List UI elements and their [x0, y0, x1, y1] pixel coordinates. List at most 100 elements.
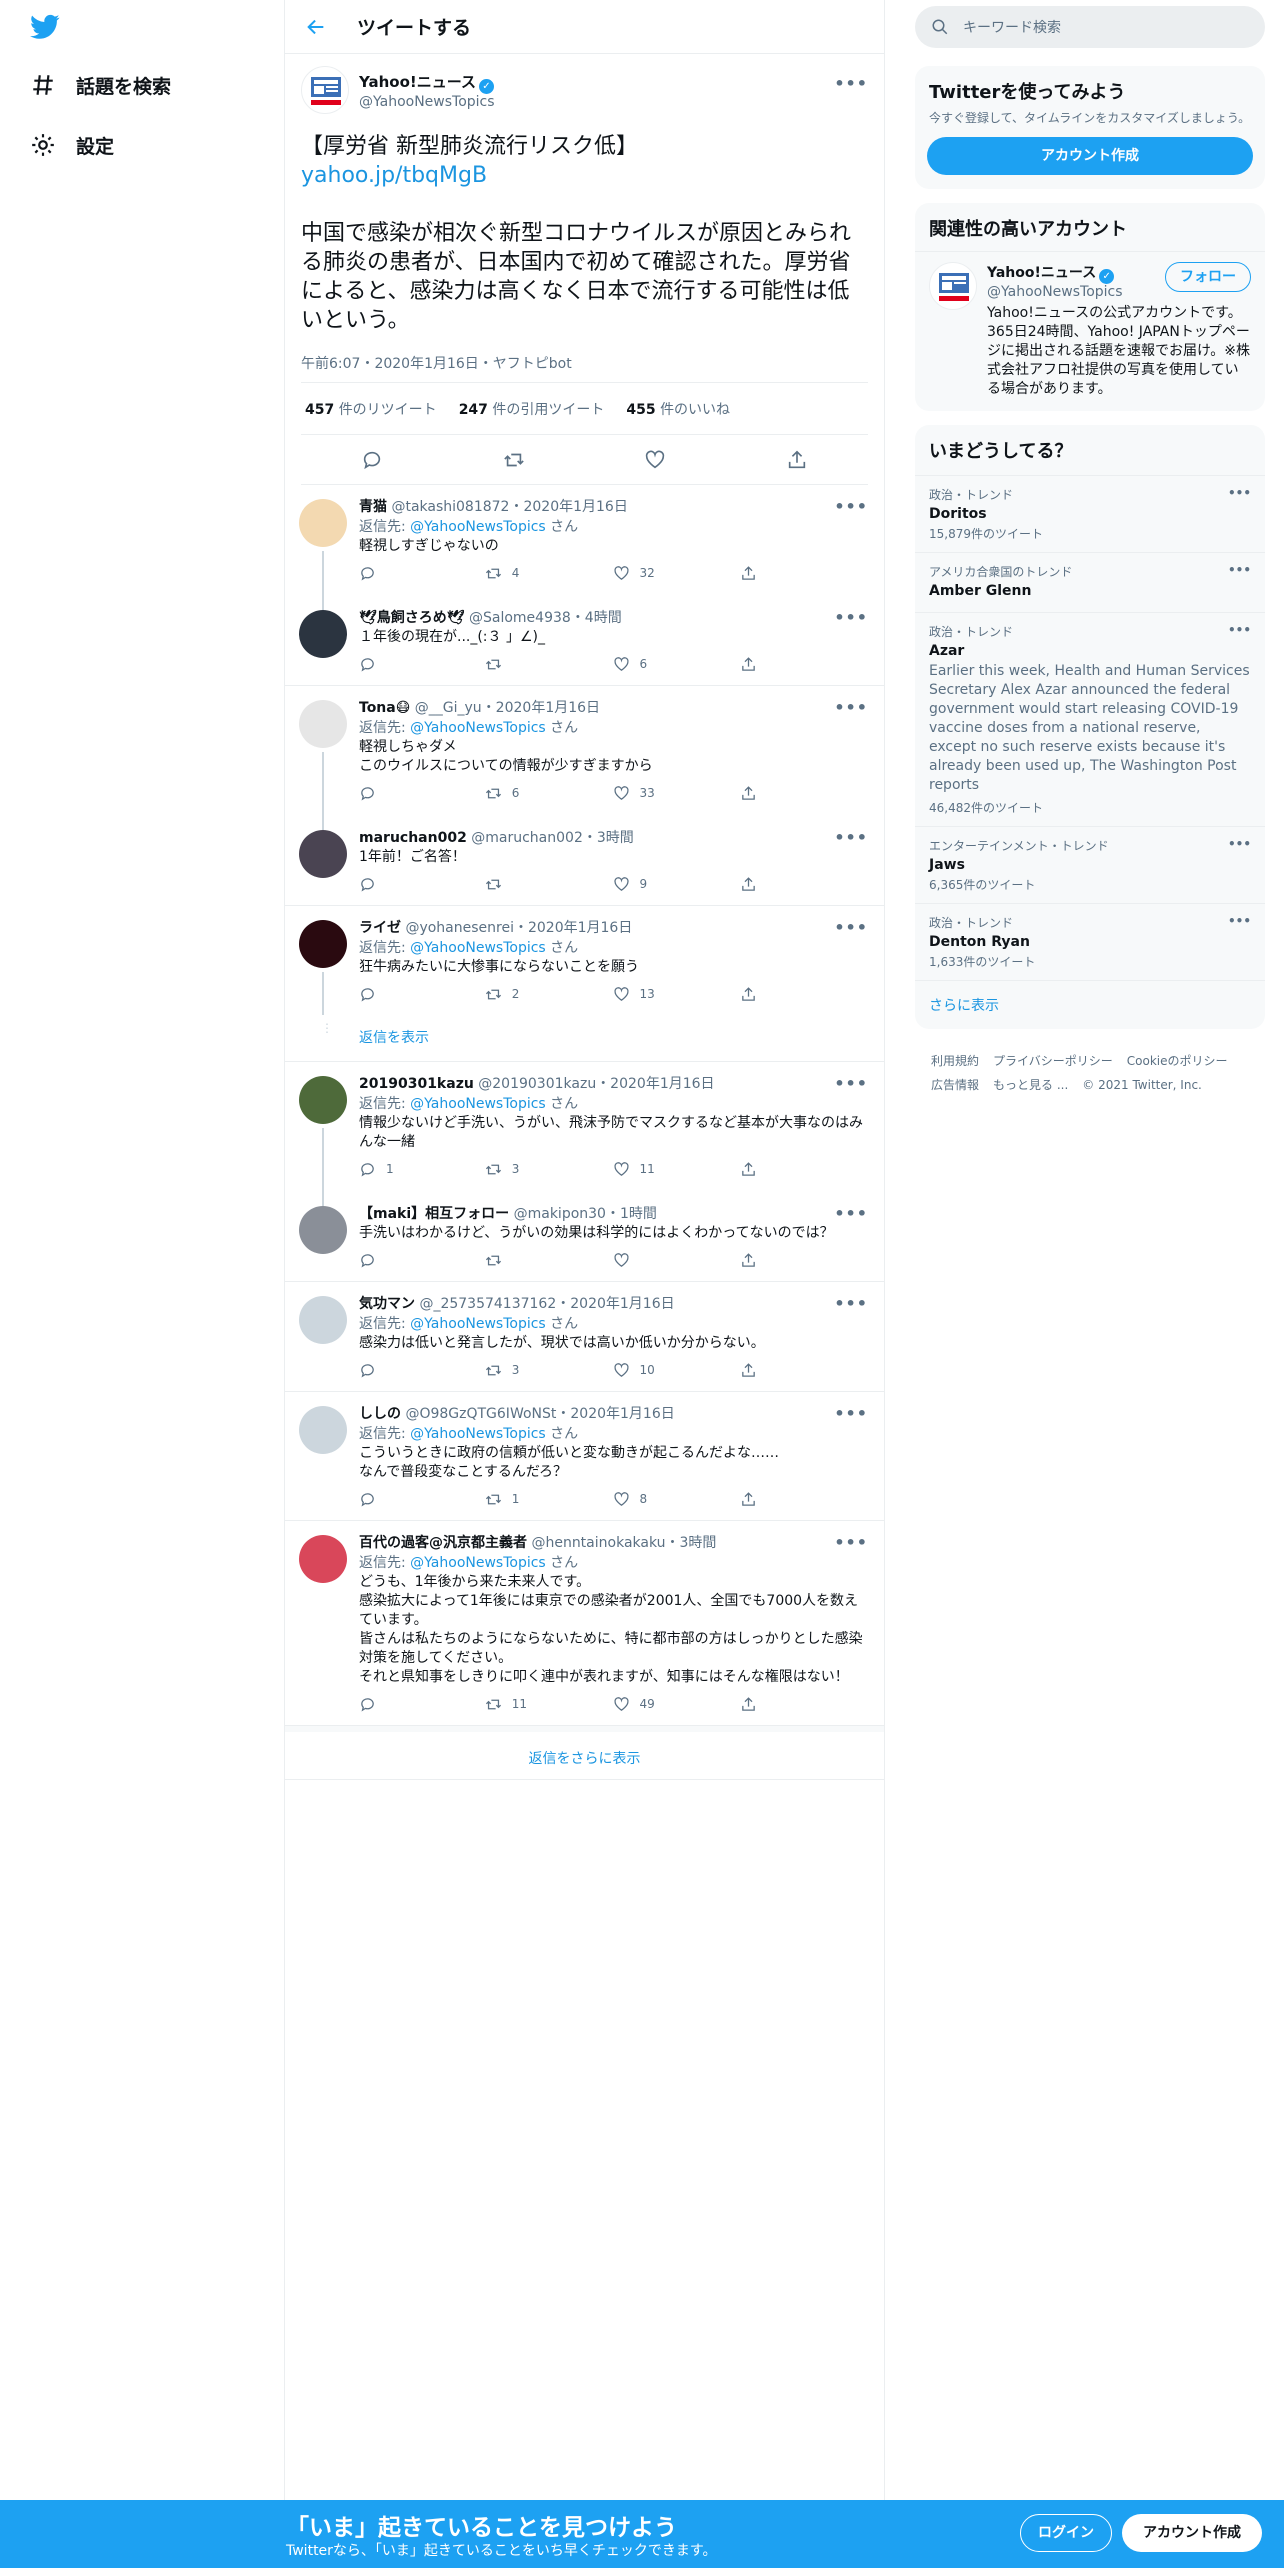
show-more-link[interactable]: さらに表示	[915, 980, 1265, 1029]
more-options-icon[interactable]: •••	[1228, 623, 1251, 637]
reply-date[interactable]: ・2020年1月16日	[556, 1406, 674, 1422]
reply-author-name[interactable]: 青猫	[359, 499, 387, 515]
retweet-icon[interactable]	[485, 1491, 502, 1508]
more-options-icon[interactable]: •••	[834, 918, 868, 937]
reply-date[interactable]: ・2020年1月16日	[514, 920, 632, 936]
share-icon[interactable]	[740, 1491, 757, 1508]
avatar[interactable]	[929, 262, 977, 310]
avatar[interactable]	[299, 920, 347, 968]
trend-item[interactable]: アメリカ合衆国のトレンド Amber Glenn •••	[915, 552, 1265, 612]
retweet-icon[interactable]	[485, 876, 502, 893]
avatar[interactable]	[299, 1076, 347, 1124]
avatar[interactable]	[299, 1535, 347, 1583]
reply-author-name[interactable]: ししの	[359, 1406, 401, 1422]
reply-tweet[interactable]: 20190301kazu @20190301kazu・2020年1月16日 •••…	[285, 1062, 884, 1192]
avatar[interactable]	[299, 830, 347, 878]
avatar[interactable]	[299, 499, 347, 547]
reply-icon[interactable]	[359, 656, 376, 673]
like-icon[interactable]	[613, 1491, 630, 1508]
share-icon[interactable]	[740, 656, 757, 673]
reply-icon[interactable]	[359, 1362, 376, 1379]
footer-link[interactable]: もっと見る ...	[993, 1078, 1068, 1092]
like-icon[interactable]	[613, 1161, 630, 1178]
reply-date[interactable]: ・4時間	[571, 610, 622, 626]
search-box[interactable]: キーワード検索	[915, 6, 1265, 48]
reply-to-link[interactable]: @YahooNewsTopics	[410, 940, 546, 956]
author-name[interactable]: Yahoo!ニュース	[359, 73, 476, 91]
reply-icon[interactable]	[359, 1252, 376, 1269]
reply-tweet[interactable]: ししの @O98GzQTG6IWoNSt・2020年1月16日 ••• 返信先: @…	[285, 1392, 884, 1520]
signup-button[interactable]: アカウント作成	[927, 137, 1253, 175]
nav-settings[interactable]: 設定	[30, 125, 114, 165]
reply-date[interactable]: ・2020年1月16日	[556, 1296, 674, 1312]
retweet-icon[interactable]	[485, 1696, 502, 1713]
retweet-icon[interactable]	[485, 656, 502, 673]
follow-button[interactable]: フォロー	[1165, 262, 1251, 292]
reply-to-link[interactable]: @YahooNewsTopics	[410, 1316, 546, 1332]
trend-item[interactable]: エンターテインメント・トレンド Jaws 6,365件のツイート •••	[915, 826, 1265, 903]
reply-tweet[interactable]: ライゼ @yohanesenrei・2020年1月16日 ••• 返信先: @Yah…	[285, 906, 884, 1015]
reply-icon[interactable]	[359, 785, 376, 802]
twitter-logo-icon[interactable]	[30, 14, 60, 40]
reply-author-name[interactable]: maruchan002	[359, 830, 467, 846]
reply-tweet[interactable]: 青猫 @takashi081872・2020年1月16日 ••• 返信先: @Yah…	[285, 485, 884, 596]
reply-tweet[interactable]: 気功マン @_2573574137162・2020年1月16日 ••• 返信先: @…	[285, 1282, 884, 1391]
like-icon[interactable]	[613, 876, 630, 893]
reply-author-handle[interactable]: @yohanesenrei	[405, 920, 514, 936]
reply-author-handle[interactable]: @__Gi_yu	[415, 700, 482, 716]
share-icon[interactable]	[740, 876, 757, 893]
reply-icon[interactable]	[359, 986, 376, 1003]
reply-date[interactable]: ・1時間	[606, 1206, 657, 1222]
like-icon[interactable]	[613, 986, 630, 1003]
reply-author-name[interactable]: ライゼ	[359, 920, 401, 936]
login-button[interactable]: ログイン	[1020, 2514, 1112, 2552]
retweet-icon[interactable]	[485, 1161, 502, 1178]
share-icon[interactable]	[740, 565, 757, 582]
reply-author-handle[interactable]: @maruchan002	[471, 830, 583, 846]
reply-date[interactable]: ・2020年1月16日	[509, 499, 627, 515]
quote-count[interactable]: 247 件の引用ツイート	[459, 399, 605, 419]
reply-icon[interactable]	[359, 1161, 376, 1178]
reply-to-link[interactable]: @YahooNewsTopics	[410, 1096, 546, 1112]
tweet-timestamp[interactable]: 午前6:07・2020年1月16日・ヤフトピbot	[301, 353, 868, 383]
more-options-icon[interactable]: •••	[834, 1533, 868, 1552]
nav-explore[interactable]: 話題を検索	[30, 65, 171, 105]
like-icon[interactable]	[644, 449, 666, 471]
show-replies-link[interactable]: ⋮ 返信を表示	[285, 1015, 884, 1061]
reply-icon[interactable]	[359, 876, 376, 893]
more-options-icon[interactable]: •••	[834, 497, 868, 516]
retweet-icon[interactable]	[485, 986, 502, 1003]
share-icon[interactable]	[740, 986, 757, 1003]
more-options-icon[interactable]: •••	[834, 1074, 868, 1093]
reply-icon[interactable]	[359, 1491, 376, 1508]
reply-author-name[interactable]: 20190301kazu	[359, 1076, 474, 1092]
like-icon[interactable]	[613, 1252, 630, 1269]
trend-item[interactable]: 政治・トレンド Denton Ryan 1,633件のツイート •••	[915, 903, 1265, 980]
reply-author-handle[interactable]: @takashi081872	[391, 499, 509, 515]
more-options-icon[interactable]: •••	[1228, 486, 1251, 500]
reply-author-handle[interactable]: @Salome4938	[469, 610, 571, 626]
like-icon[interactable]	[613, 565, 630, 582]
more-options-icon[interactable]: •••	[1228, 914, 1251, 928]
like-icon[interactable]	[613, 656, 630, 673]
retweet-icon[interactable]	[485, 565, 502, 582]
reply-author-handle[interactable]: @20190301kazu	[478, 1076, 596, 1092]
reply-to-link[interactable]: @YahooNewsTopics	[410, 1555, 546, 1571]
more-options-icon[interactable]: •••	[1228, 563, 1251, 577]
more-options-icon[interactable]: •••	[1228, 837, 1251, 851]
reply-author-handle[interactable]: @O98GzQTG6IWoNSt	[405, 1406, 556, 1422]
share-icon[interactable]	[740, 1161, 757, 1178]
reply-to-link[interactable]: @YahooNewsTopics	[410, 519, 546, 535]
reply-author-handle[interactable]: @makipon30	[514, 1206, 606, 1222]
reply-tweet[interactable]: 【maki】相互フォロー @makipon30・1時間 ••• 手洗いはわかるけど、…	[285, 1192, 884, 1281]
footer-link[interactable]: プライバシーポリシー	[993, 1054, 1113, 1068]
retweet-icon[interactable]	[485, 1362, 502, 1379]
share-icon[interactable]	[786, 449, 808, 471]
like-count[interactable]: 455 件のいいね	[626, 399, 730, 419]
reply-author-handle[interactable]: @_2573574137162	[419, 1296, 556, 1312]
reply-icon[interactable]	[359, 565, 376, 582]
more-options-icon[interactable]: •••	[834, 1404, 868, 1423]
reply-author-name[interactable]: 気功マン	[359, 1296, 415, 1312]
share-icon[interactable]	[740, 1252, 757, 1269]
reply-date[interactable]: ・2020年1月16日	[596, 1076, 714, 1092]
